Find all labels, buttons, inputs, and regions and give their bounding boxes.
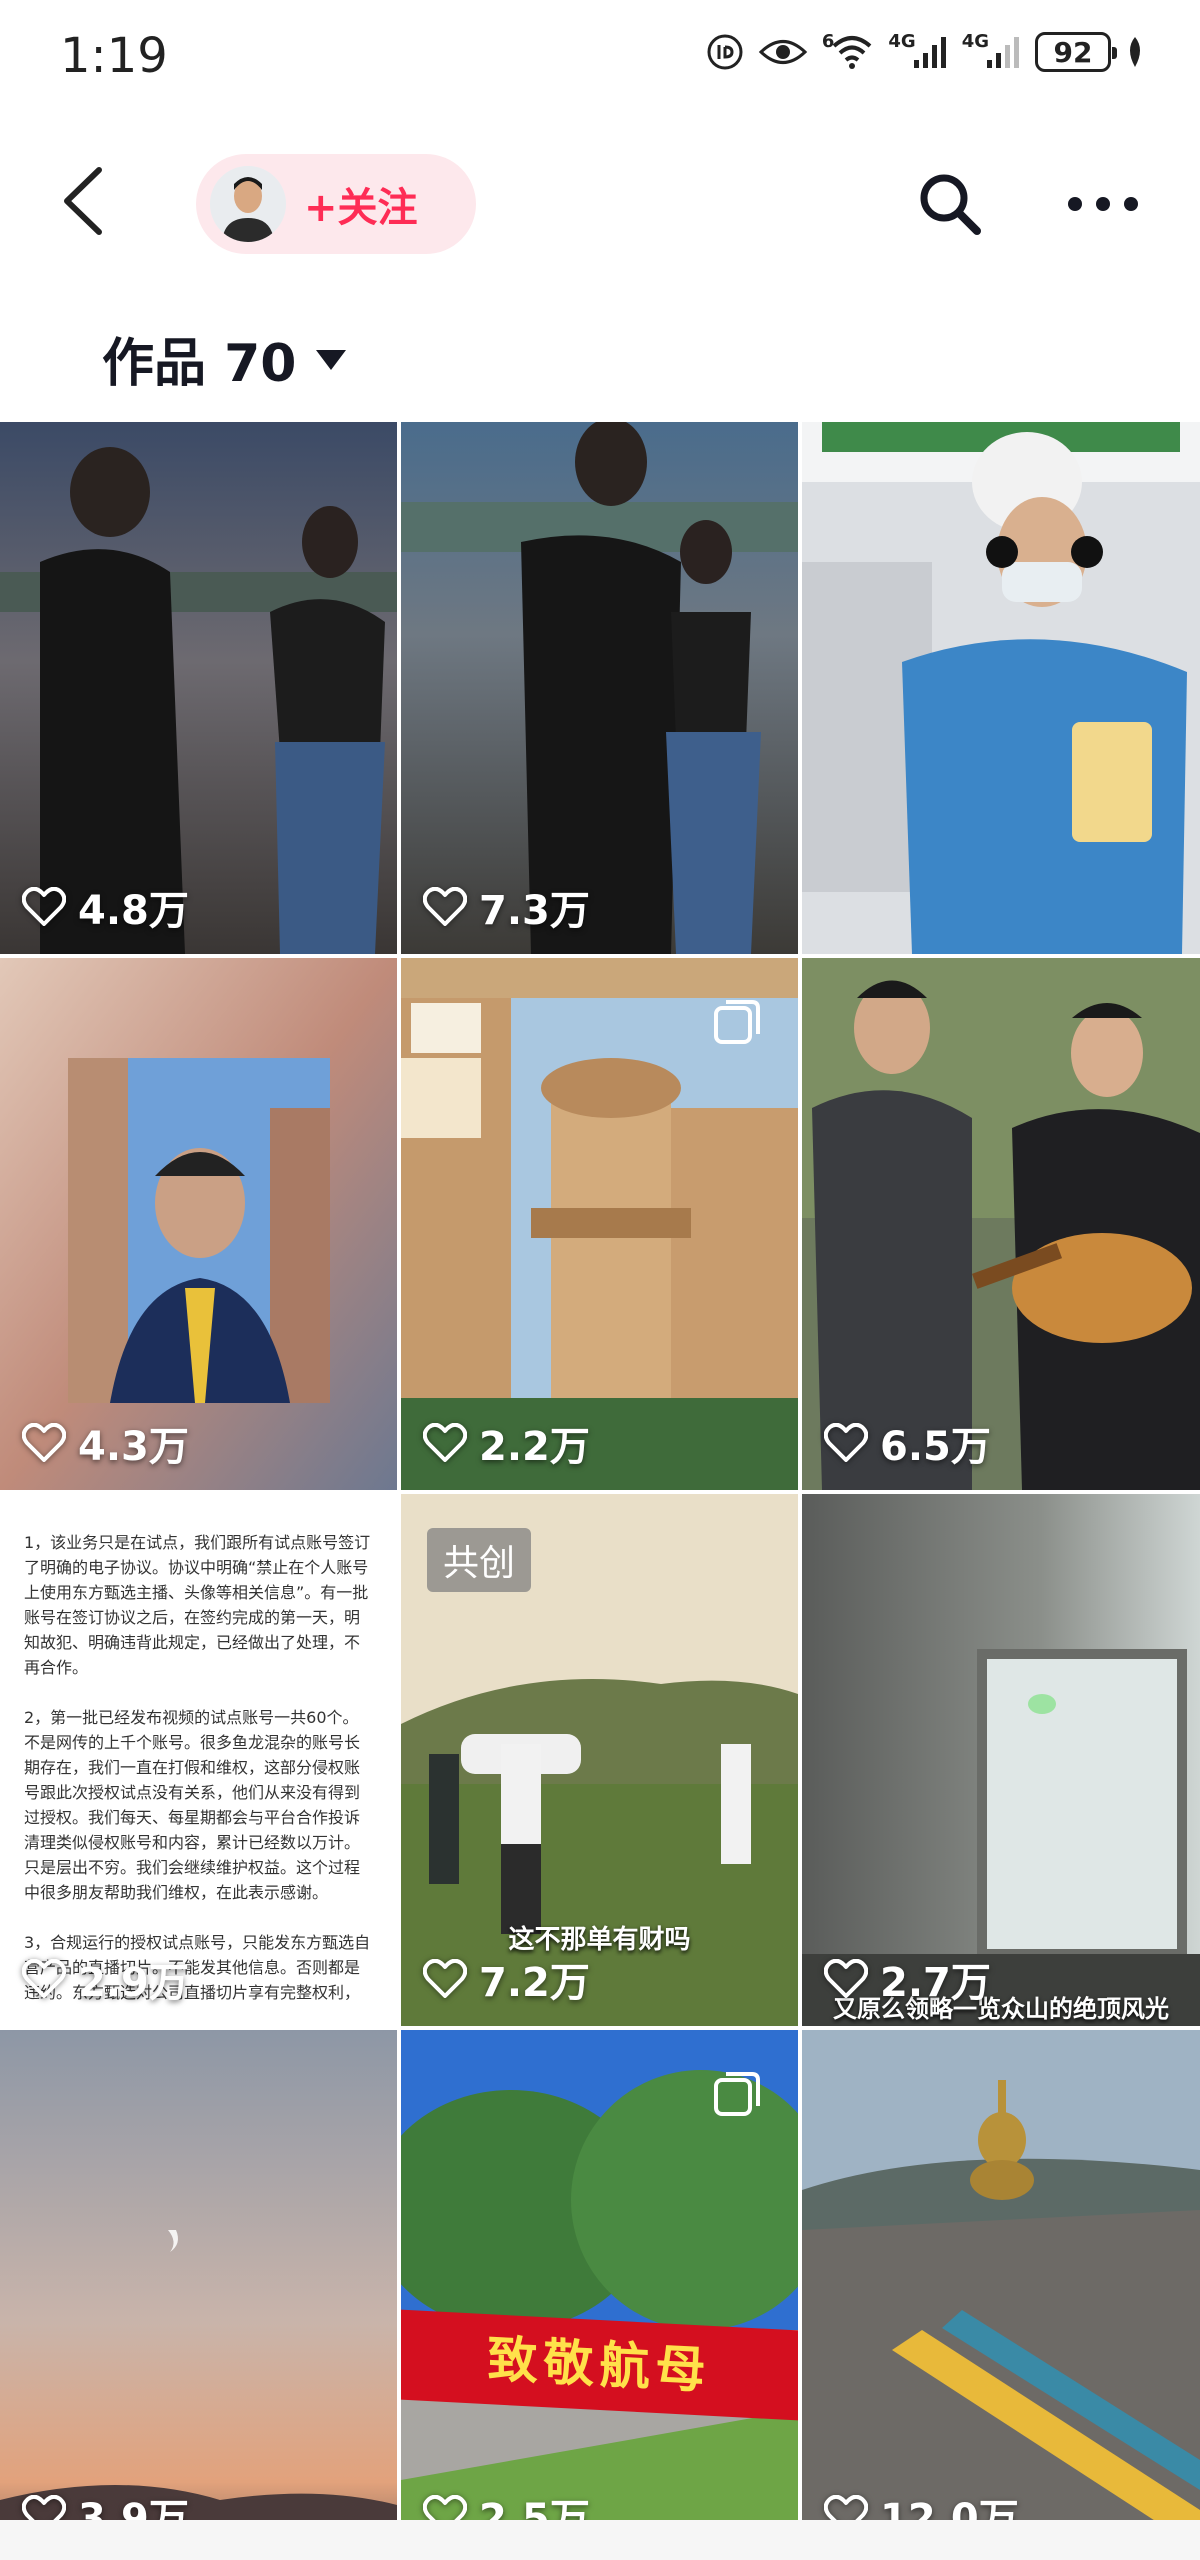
thumbnail-image [802,958,1200,1490]
video-tile[interactable]: 4.8万 [0,422,397,954]
heart-icon [824,1959,868,1998]
heart-icon [22,887,66,926]
thumbnail-image [401,422,798,954]
video-tile[interactable] [802,422,1200,954]
heart-icon [423,1423,467,1462]
avatar[interactable] [210,166,286,242]
works-title: 作品 70 [102,333,297,394]
video-tile[interactable]: 12.0万 [802,2030,1200,2560]
thumbnail-image [0,422,397,954]
works-header[interactable]: 作品 70 [102,318,347,398]
video-tile[interactable]: 2.2万 [401,958,798,1490]
follow-label: +关注 [304,185,418,231]
thumbnail-image [802,2030,1200,2560]
follow-button[interactable]: +关注 [196,154,476,254]
video-tile[interactable]: 1，该业务只是在试点，我们跟所有试点账号签订了明确的电子协议。协议中明确“禁止在… [0,1494,397,2026]
video-tile[interactable]: 6.5万 [802,958,1200,1490]
like-count: 4.3万 [22,1414,189,1472]
more-icon [1068,197,1138,211]
wifi-icon: 6 [822,32,875,72]
status-icons: 6 4G 4G 92 [706,32,1145,72]
video-tile[interactable]: 共创 这不那单有财吗 7.2万 [401,1494,798,2026]
like-count: 2.9万 [22,1950,189,2008]
video-tile[interactable]: 4.3万 [0,958,397,1490]
heart-icon [22,1959,66,1998]
co-create-badge: 共创 [427,1528,532,1592]
leaf-icon [1125,32,1145,72]
back-arrow-icon [64,167,102,235]
heart-icon [423,1959,467,1998]
heart-icon [423,887,467,926]
heart-icon [22,1423,66,1462]
search-icon [920,174,981,235]
caret-down-icon [316,350,347,370]
eye-icon [758,32,808,72]
signal-2-icon: 4G [962,32,1021,72]
status-time: 1:19 [60,28,168,84]
like-count: 7.2万 [423,1950,590,2008]
thumbnail-image [0,2030,397,2560]
thumbnail-image [802,1494,1200,2026]
multi-image-icon [712,998,762,1048]
more-button[interactable] [1058,164,1148,244]
document-text: 1，该业务只是在试点，我们跟所有试点账号签订了明确的电子协议。协议中明确“禁止在… [24,1533,371,2000]
system-nav-bar [0,2520,1200,2560]
video-tile[interactable]: 又原么领略一览众山的绝顶风光 2.7万 [802,1494,1200,2026]
battery-icon: 92 [1035,32,1117,72]
back-button[interactable] [48,166,118,236]
thumbnail-image [802,422,1200,954]
like-count: 6.5万 [824,1414,991,1472]
multi-image-icon [712,2070,762,2120]
heart-icon [824,1423,868,1462]
video-tile[interactable]: 致敬航母 2.5万 [401,2030,798,2560]
search-button[interactable] [910,164,990,244]
video-tile[interactable]: 3.9万 [0,2030,397,2560]
video-tile[interactable]: 7.3万 [401,422,798,954]
like-count: 2.2万 [423,1414,590,1472]
thumbnail-image [0,958,397,1490]
hd-call-icon [706,32,744,72]
nav-bar: +关注 [0,140,1200,270]
like-count: 2.7万 [824,1950,991,2008]
like-count: 7.3万 [423,878,590,936]
video-grid: 4.8万 7.3万 4.3万 2.2万 6.5万 1，该业务只是在试点，我们跟所… [0,422,1200,2560]
signal-1-icon: 4G [888,32,947,72]
like-count: 4.8万 [22,878,189,936]
status-bar: 1:19 6 4G 4G 92 [0,0,1200,120]
